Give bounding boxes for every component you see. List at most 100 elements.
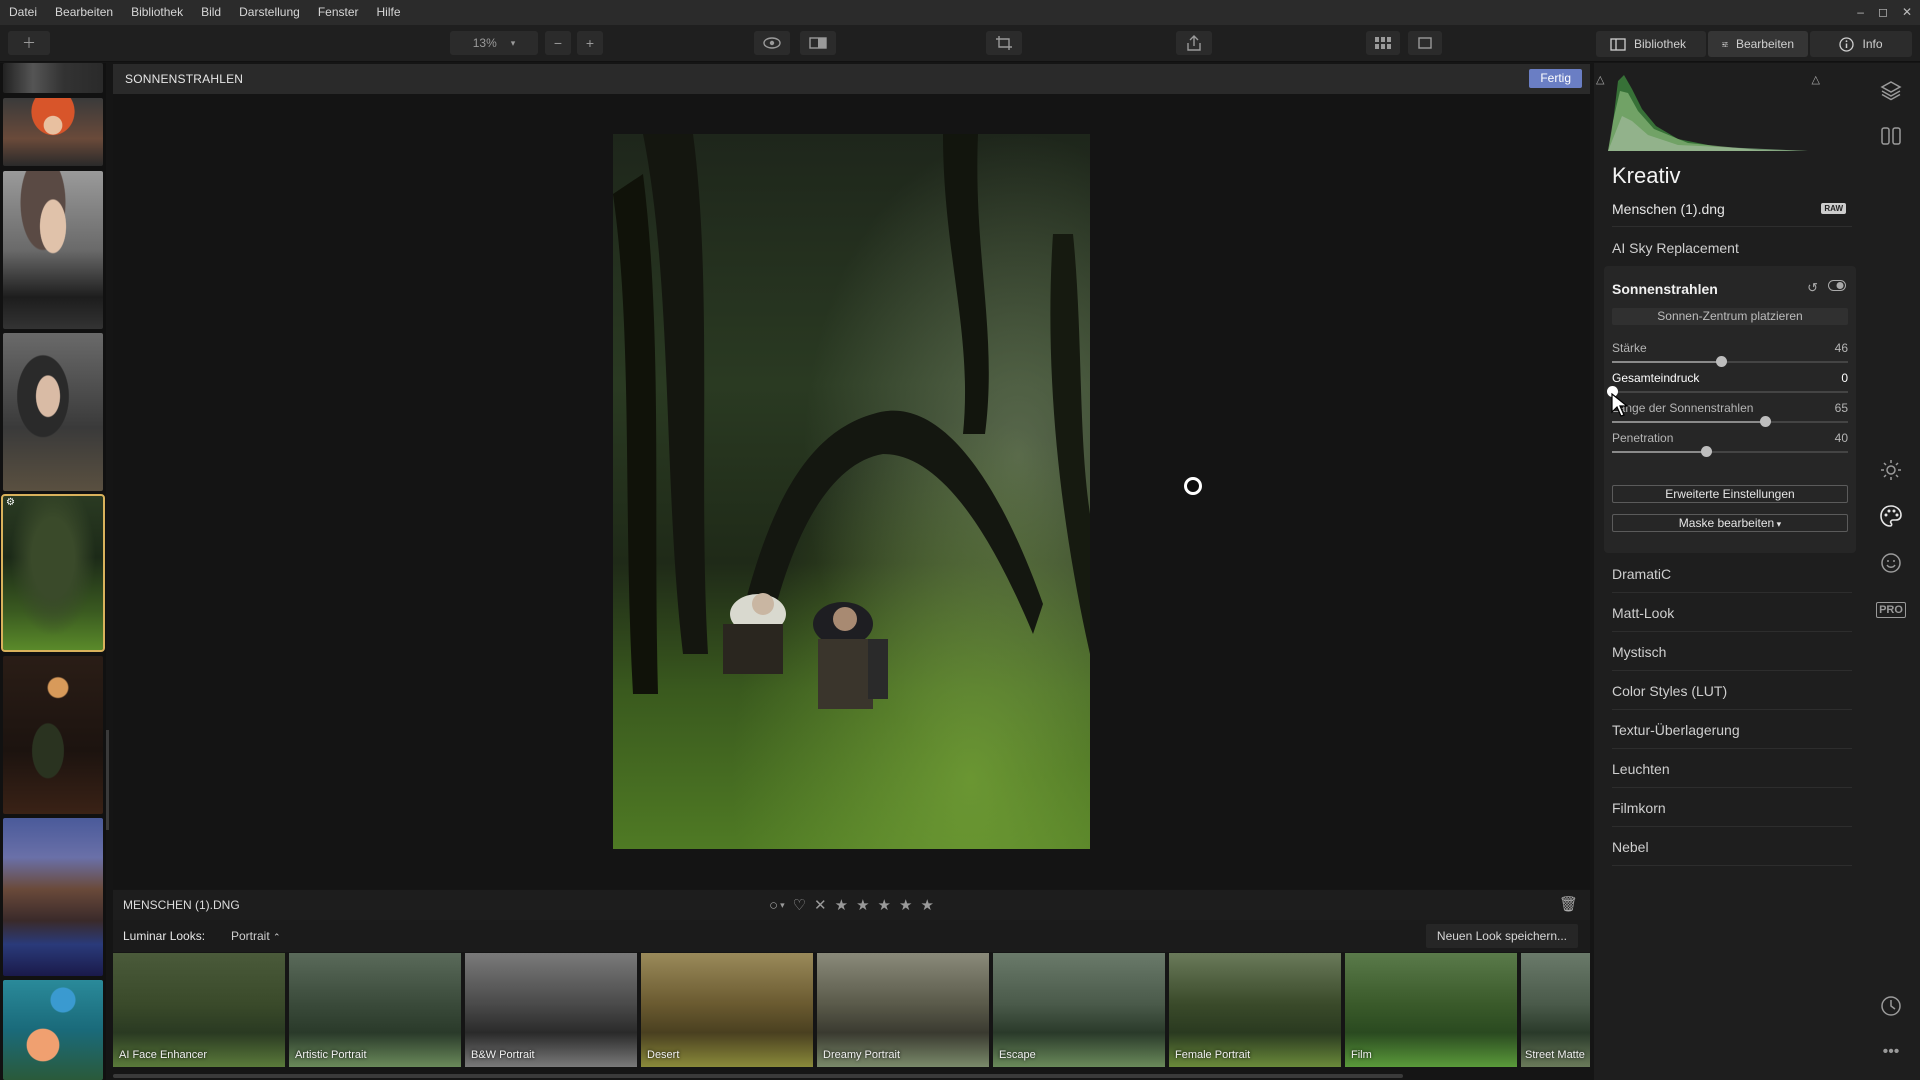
star-icon[interactable]: ★ <box>856 896 869 914</box>
thumbnail[interactable] <box>3 63 103 93</box>
sun-center-handle[interactable] <box>1184 477 1202 495</box>
menu-image[interactable]: Bild <box>192 0 230 25</box>
tool-ai-sky-replacement[interactable]: AI Sky Replacement <box>1612 229 1852 267</box>
filmstrip: ⚙ <box>0 63 106 1080</box>
visibility-toggle-icon[interactable] <box>1828 280 1846 291</box>
looks-scrollbar[interactable] <box>113 1074 1403 1078</box>
compare-icon[interactable] <box>1878 123 1904 149</box>
thumbnail[interactable] <box>3 980 103 1080</box>
look-thumbnail[interactable]: Film <box>1345 953 1517 1067</box>
single-view-button[interactable] <box>1408 31 1442 55</box>
slider-knob[interactable] <box>1760 416 1771 427</box>
plus-icon: ＋ <box>22 35 36 51</box>
thumbnail[interactable] <box>3 171 103 329</box>
palette-icon[interactable] <box>1878 503 1904 529</box>
tool-title[interactable]: Sonnenstrahlen <box>1612 281 1718 297</box>
tool-dramatic[interactable]: DramatiC <box>1612 555 1852 593</box>
tab-info[interactable]: Info <box>1810 31 1912 57</box>
tool-film-grain[interactable]: Filmkorn <box>1612 789 1852 827</box>
face-icon[interactable] <box>1878 550 1904 576</box>
history-icon[interactable] <box>1878 993 1904 1019</box>
thumbnail-selected[interactable]: ⚙ <box>1 494 105 652</box>
edit-panel: △ △ Kreativ Menschen (1).dng RAW AI Sky … <box>1594 63 1860 1080</box>
star-icon[interactable]: ★ <box>920 896 933 914</box>
reset-icon[interactable]: ↺ <box>1807 280 1818 296</box>
heart-icon[interactable]: ♡ <box>793 896 806 914</box>
tool-matte-look[interactable]: Matt-Look <box>1612 594 1852 632</box>
slider-track[interactable] <box>1612 446 1848 457</box>
menu-help[interactable]: Hilfe <box>368 0 410 25</box>
done-button[interactable]: Fertig <box>1529 69 1582 88</box>
image-canvas[interactable] <box>113 94 1590 889</box>
pro-icon[interactable]: PRO <box>1876 597 1906 623</box>
tool-texture-overlay[interactable]: Textur-Überlagerung <box>1612 711 1852 749</box>
more-icon[interactable]: ••• <box>1878 1039 1904 1065</box>
advanced-settings-button[interactable]: Erweiterte Einstellungen <box>1612 485 1848 503</box>
tool-fog[interactable]: Nebel <box>1612 828 1852 866</box>
chevron-down-icon[interactable]: ▾ <box>780 900 785 911</box>
zoom-in-button[interactable]: + <box>577 31 603 55</box>
slider-track[interactable] <box>1607 386 1848 397</box>
slider-penetration[interactable]: Penetration 40 <box>1612 431 1848 461</box>
slider-knob[interactable] <box>1701 446 1712 457</box>
tool-category-strip: PRO ••• <box>1860 63 1920 1080</box>
zoom-dropdown[interactable]: 13% ▾ <box>450 31 538 55</box>
menu-library[interactable]: Bibliothek <box>122 0 192 25</box>
look-thumbnail[interactable]: Escape <box>993 953 1165 1067</box>
layers-icon[interactable] <box>1878 77 1904 103</box>
crop-button[interactable] <box>986 31 1022 55</box>
thumbnail[interactable] <box>3 818 103 976</box>
shadow-clipping-icon[interactable]: △ <box>1596 73 1604 86</box>
tool-sunrays-card: Sonnenstrahlen ↺ Sonnen-Zentrum platzier… <box>1604 266 1856 553</box>
color-label-icon[interactable]: ○ <box>769 897 778 914</box>
look-thumbnail[interactable]: Desert <box>641 953 813 1067</box>
minus-icon: − <box>553 35 563 51</box>
look-thumbnail[interactable]: AI Face Enhancer <box>113 953 285 1067</box>
minimize-icon[interactable]: – <box>1857 0 1864 25</box>
star-icon[interactable]: ★ <box>899 896 912 914</box>
maximize-icon[interactable]: ◻ <box>1878 0 1888 25</box>
trash-icon[interactable]: 🗑 <box>1559 895 1578 913</box>
tab-library[interactable]: Bibliothek <box>1596 31 1706 57</box>
compare-button[interactable] <box>800 31 836 55</box>
look-thumbnail[interactable]: Dreamy Portrait <box>817 953 989 1067</box>
look-thumbnail[interactable]: B&W Portrait <box>465 953 637 1067</box>
tab-edit[interactable]: Bearbeiten <box>1708 31 1808 57</box>
looks-category-dropdown[interactable]: Portrait ⌃ <box>231 929 281 943</box>
star-icon[interactable]: ★ <box>835 896 848 914</box>
tool-mystical[interactable]: Mystisch <box>1612 633 1852 671</box>
tool-color-styles[interactable]: Color Styles (LUT) <box>1612 672 1852 710</box>
place-sun-center-button[interactable]: Sonnen-Zentrum platzieren <box>1612 308 1848 325</box>
slider-ray-length[interactable]: Länge der Sonnenstrahlen 65 <box>1612 401 1848 431</box>
slider-knob[interactable] <box>1716 356 1727 367</box>
zoom-value: 13% <box>472 36 497 50</box>
menu-file[interactable]: Datei <box>0 0 46 25</box>
menu-view[interactable]: Darstellung <box>230 0 309 25</box>
add-button[interactable]: ＋ <box>8 31 50 55</box>
menu-edit[interactable]: Bearbeiten <box>46 0 122 25</box>
menu-window[interactable]: Fenster <box>309 0 368 25</box>
star-icon[interactable]: ★ <box>878 896 891 914</box>
filmstrip-scrollbar[interactable] <box>106 730 109 830</box>
highlight-clipping-icon[interactable]: △ <box>1812 73 1820 86</box>
save-look-button[interactable]: Neuen Look speichern... <box>1425 924 1578 948</box>
slider-track[interactable] <box>1612 356 1848 367</box>
look-thumbnail[interactable]: Female Portrait <box>1169 953 1341 1067</box>
grid-view-button[interactable] <box>1366 31 1400 55</box>
share-button[interactable] <box>1176 31 1212 55</box>
edit-mask-button[interactable]: Maske bearbeiten ▾ <box>1612 514 1848 532</box>
sun-icon[interactable] <box>1878 457 1904 483</box>
thumbnail[interactable] <box>3 98 103 166</box>
preview-button[interactable] <box>754 31 790 55</box>
zoom-out-button[interactable]: − <box>545 31 571 55</box>
look-thumbnail[interactable]: Street Matte <box>1521 953 1590 1067</box>
close-icon[interactable]: ✕ <box>1902 0 1912 25</box>
slider-overall-look[interactable]: Gesamteindruck 0 <box>1607 371 1848 401</box>
reject-icon[interactable]: ✕ <box>814 896 827 914</box>
slider-track[interactable] <box>1612 416 1848 427</box>
slider-amount[interactable]: Stärke 46 <box>1612 341 1848 371</box>
tool-glow[interactable]: Leuchten <box>1612 750 1852 788</box>
thumbnail[interactable] <box>3 333 103 491</box>
look-thumbnail[interactable]: Artistic Portrait <box>289 953 461 1067</box>
thumbnail[interactable] <box>3 656 103 814</box>
